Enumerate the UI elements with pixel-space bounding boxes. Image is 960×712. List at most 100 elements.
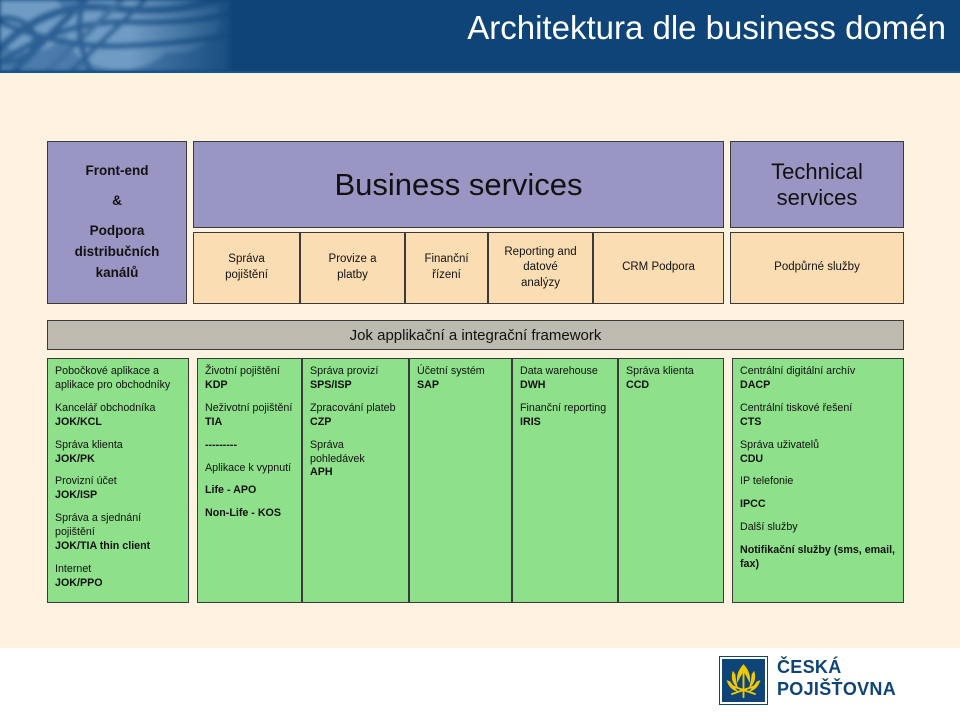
slide-header: Architektura dle business domén [0,0,960,71]
application-entry: Zpracování plateb CZP [310,402,401,430]
application-entry-label: Správa klienta [55,438,123,451]
application-entry: Internet JOK/PPO [55,563,181,591]
service-3-line-2: řízení [432,269,461,281]
application-entry-code: CDU [740,452,764,465]
application-entry-code: JOK/KCL [55,415,102,428]
service-cell-financni-rizeni: Finanční řízení [405,232,488,304]
application-entry-code: DACP [740,378,771,391]
application-entry-label: Aplikace k vypnutí [205,461,292,474]
application-entry: Správa klienta CCD [626,365,716,393]
framework-band: Jok applikační a integrační framework [47,320,904,350]
framework-label: Jok applikační a integrační framework [349,326,602,344]
application-entry: Notifikační služby (sms, email, fax) [740,544,896,572]
application-entry-code: CTS [740,415,762,428]
application-entry: Správa klienta JOK/PK [55,439,181,467]
application-entry: --------- [205,439,294,453]
technical-service-line-1: Podpůrné služby [774,261,860,274]
application-column-insurance-administration: Životní pojištění KDP Neživotní pojištění T… [197,358,302,603]
application-entry-code: APH [310,466,333,479]
application-entry: Správa a sjednání pojištění JOK/TIA thin … [55,512,181,554]
domain-header-technical-services: Technical services [730,141,904,228]
application-entry-code: DWH [520,378,546,391]
application-entry: Správa provizí SPS/ISP [310,365,401,393]
application-entry: Data warehouse DWH [520,365,610,393]
service-2-line-1: Provize a [328,253,377,266]
application-entry-label: Data warehouse [520,365,598,377]
application-entry: Centrální tiskové řešení CTS [740,402,896,430]
application-entry-label: Správa uživatelů [740,438,820,451]
application-entry: Pobočkové aplikace a aplikace pro obchod… [55,365,181,393]
application-entry: Finanční reporting IRIS [520,402,610,430]
application-column-commissions-and-payments: Správa provizí SPS/ISP Zpracování plateb CZ… [302,358,409,603]
domain-header-business-services: Business services [193,141,724,228]
application-entry-code: CZP [310,415,332,428]
service-1-line-2: pojištění [225,269,268,281]
application-entry-code: TIA [205,415,223,428]
application-entry-label: Účetní systém [417,365,485,377]
application-entry: Životní pojištění KDP [205,365,294,393]
service-cell-sprava-pojisteni: Správa pojištění [193,232,300,304]
application-entry: Správa uživatelů CDU [740,439,896,467]
application-entry-code: CCD [626,378,650,391]
application-entry-label: Životní pojištění [205,365,280,377]
domain-frontend-line-3: Podpora [89,223,145,239]
domain-frontend-line-2: & [112,193,122,209]
application-entry: Non-Life - KOS [205,507,294,521]
wheat-sheaf-icon [722,659,765,702]
application-entry: Účetní systém SAP [417,365,504,393]
application-entry-code: IRIS [520,415,541,428]
domain-frontend-line-4: distribučních [74,243,160,259]
header-gradient-overlay [130,0,260,71]
page-title: Architektura dle business domén [467,9,946,46]
application-entry: Provizní účet JOK/ISP [55,475,181,503]
domain-technical-line-1: Technical [771,159,863,185]
service-2-line-2: platby [337,269,368,281]
application-entry: Life - APO [205,484,294,498]
application-entry-code: IPCC [740,498,766,511]
service-cell-podpurne-sluzby: Podpůrné služby [730,232,904,304]
application-entry-label: Internet [55,562,92,575]
domain-business-title: Business services [334,166,583,202]
domain-frontend-line-1: Front-end [85,163,149,179]
application-entry: Centrální digitální archív DACP [740,365,896,393]
company-logo: ČESKÁ POJIŠŤOVNA [719,656,952,706]
domain-frontend-line-5: kanálů [95,264,139,280]
application-entry-label: Správa klienta [626,365,694,377]
domain-header-frontend: Front-end & Podpora distribučních kanálů [47,141,187,304]
application-entry-label: Pobočkové aplikace a aplikace pro obchod… [55,365,171,391]
application-column-crm-support: Správa klienta CCD [618,358,724,603]
logo-line-2: POJIŠŤOVNA [777,679,897,700]
application-entry-code: JOK/PK [55,452,95,465]
logo-emblem-frame [719,656,768,705]
service-3-line-1: Finanční [424,253,469,266]
service-4-line-3: analýzy [521,276,560,289]
application-entry-code: Notifikační služby (sms, email, fax) [740,544,896,571]
service-1-line-1: Správa [228,253,265,266]
application-entry-label: Zpracování plateb [310,401,396,414]
service-cell-provize-a-platby: Provize a platby [300,232,405,304]
application-entry-code: JOK/ISP [55,489,98,502]
application-entry-label: IP telefonie [740,475,794,488]
domain-technical-line-2: services [776,184,858,210]
application-entry: IPCC [740,498,896,512]
application-entry: Neživotní pojištění TIA [205,402,294,430]
application-column-financial-management: Účetní systém SAP [409,358,512,603]
application-entry-label: Správa provizí [310,365,379,377]
logo-wordmark: ČESKÁ POJIŠŤOVNA [777,656,896,700]
application-column-frontend-applications: Pobočkové aplikace a aplikace pro obchod… [47,358,189,603]
application-entry: Kancelář obchodníka JOK/KCL [55,402,181,430]
application-column-technical-support-services: Centrální digitální archív DACP Centrální … [732,358,904,603]
application-entry-code: --------- [205,438,238,451]
service-4-line-1: Reporting and [504,245,577,258]
application-entry-code: JOK/PPO [55,576,103,589]
application-column-reporting-and-analytics: Data warehouse DWH Finanční reporting IRIS [512,358,618,603]
application-entry-code: Non-Life - KOS [205,507,281,520]
application-entry-label: Centrální tiskové řešení [740,401,853,414]
application-entry-label: Neživotní pojištění [205,401,293,414]
application-entry-label: Finanční reporting [520,401,607,414]
application-entry: IP telefonie [740,475,896,489]
logo-line-1: ČESKÁ [777,657,842,677]
application-entry-code: SAP [417,378,439,391]
application-entry-label: Správa pohledávek [310,438,365,465]
service-4-line-2: datové [523,261,558,274]
